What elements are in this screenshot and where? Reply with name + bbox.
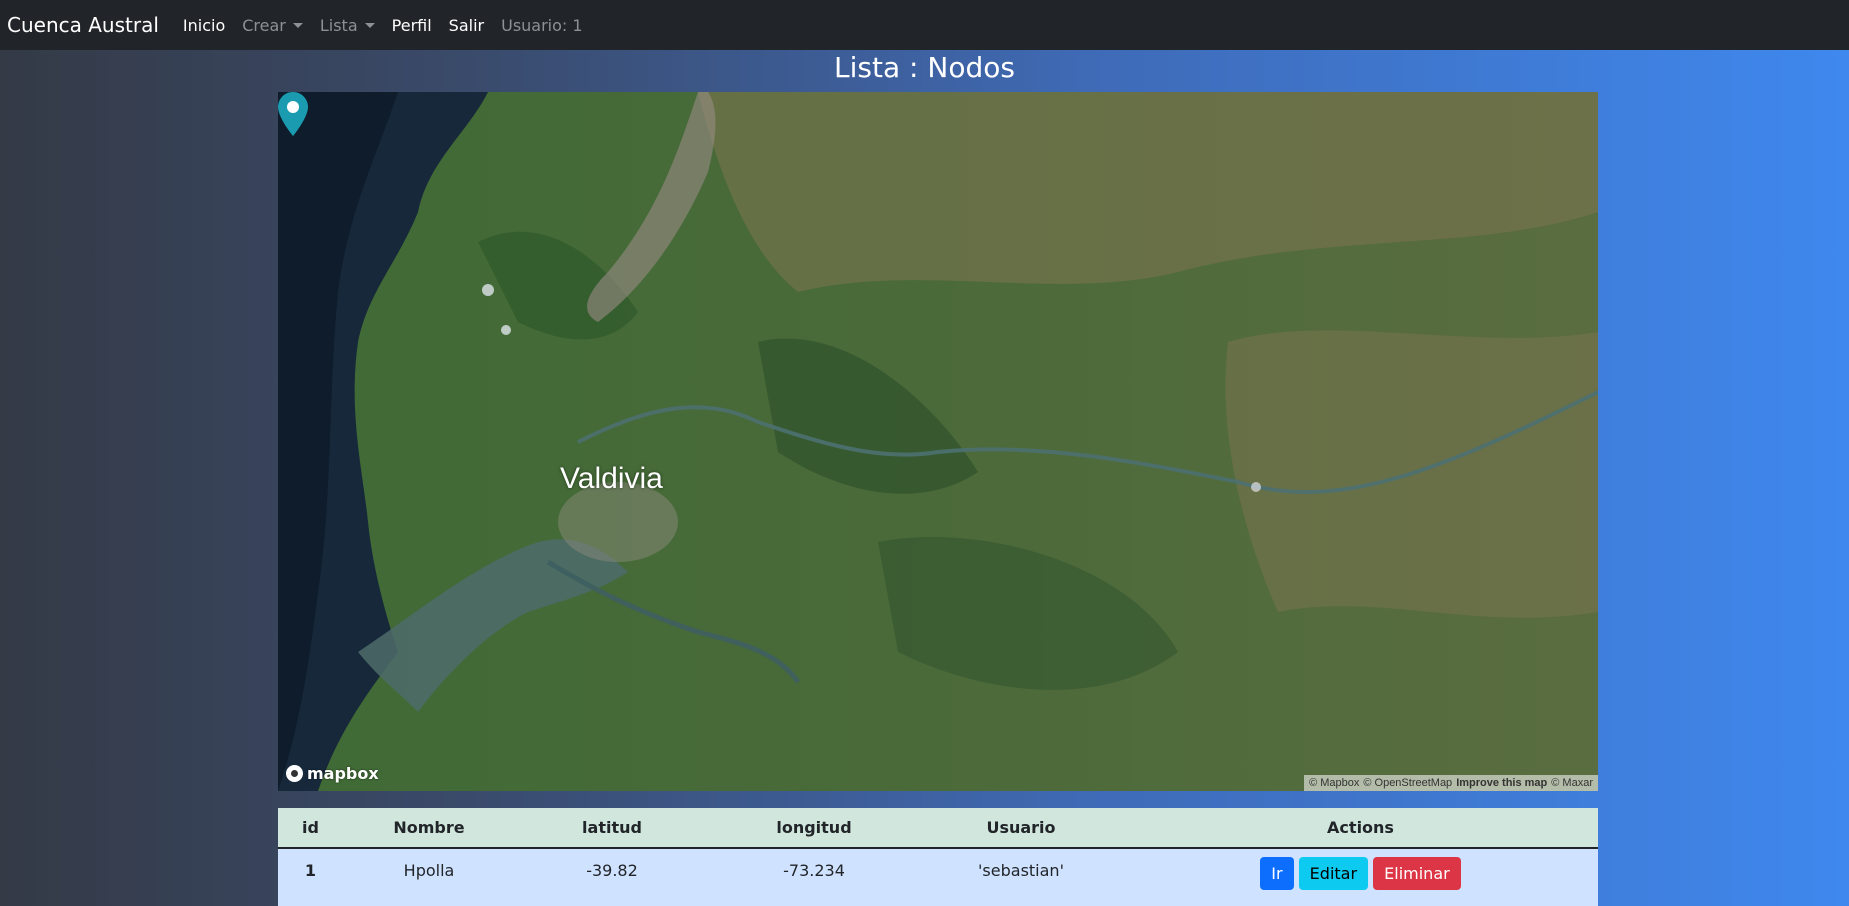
page-title: Lista : Nodos <box>834 51 1015 84</box>
table-header-row: id Nombre latitud longitud Usuario Actio… <box>278 808 1598 849</box>
attribution-mapbox[interactable]: © Mapbox <box>1309 777 1359 789</box>
nav-user-text: Usuario: 1 <box>501 15 583 35</box>
brand-link[interactable]: Cuenca Austral <box>7 13 159 37</box>
mapbox-logo-text: mapbox <box>307 764 379 783</box>
map-attribution: © Mapbox © OpenStreetMap Improve this ma… <box>1304 775 1598 791</box>
table-row: 1 Hpolla -39.82 -73.234 'sebastian' Ir E… <box>278 848 1598 906</box>
edit-button[interactable]: Editar <box>1298 857 1369 890</box>
attribution-improve-link[interactable]: Improve this map <box>1456 777 1547 789</box>
nav-salir[interactable]: Salir <box>449 16 484 35</box>
col-header-actions: Actions <box>1123 808 1598 849</box>
map-place-label: Valdivia <box>560 462 663 495</box>
nav-lista-dropdown[interactable]: Lista <box>320 16 375 35</box>
col-header-nombre: Nombre <box>343 808 515 849</box>
cell-actions: Ir Editar Eliminar <box>1123 848 1598 906</box>
nav-perfil[interactable]: Perfil <box>392 16 432 35</box>
nav-inicio[interactable]: Inicio <box>183 16 225 35</box>
col-header-id: id <box>278 808 343 849</box>
satellite-imagery <box>278 92 1598 791</box>
cell-usuario: 'sebastian' <box>978 861 1064 880</box>
mapbox-logo[interactable]: mapbox <box>286 764 379 783</box>
navbar: Cuenca Austral Inicio Crear Lista Perfil… <box>0 0 1849 50</box>
nav-crear-label: Crear <box>242 15 286 35</box>
go-button[interactable]: Ir <box>1260 857 1294 890</box>
col-header-usuario: Usuario <box>919 808 1123 849</box>
delete-button[interactable]: Eliminar <box>1373 857 1461 890</box>
caret-down-icon <box>292 22 303 28</box>
nodes-table-container: id Nombre latitud longitud Usuario Actio… <box>278 808 1598 906</box>
mapbox-logo-icon <box>286 765 303 782</box>
cell-latitud: -39.82 <box>586 861 638 880</box>
nodes-table: id Nombre latitud longitud Usuario Actio… <box>278 808 1598 906</box>
map-marker-pin-icon[interactable] <box>278 92 308 136</box>
nav-lista-label: Lista <box>319 15 358 35</box>
attribution-maxar[interactable]: © Maxar <box>1551 777 1593 789</box>
cell-longitud: -73.234 <box>783 861 845 880</box>
col-header-latitud: latitud <box>515 808 709 849</box>
caret-down-icon <box>364 22 375 28</box>
attribution-osm[interactable]: © OpenStreetMap <box>1363 777 1452 789</box>
map-canvas[interactable]: Valdivia mapbox © Mapbox © OpenStreetMap… <box>278 92 1598 791</box>
cell-nombre: Hpolla <box>403 861 455 880</box>
col-header-longitud: longitud <box>709 808 919 849</box>
nav-crear-dropdown[interactable]: Crear <box>242 16 303 35</box>
cell-id: 1 <box>304 861 317 880</box>
